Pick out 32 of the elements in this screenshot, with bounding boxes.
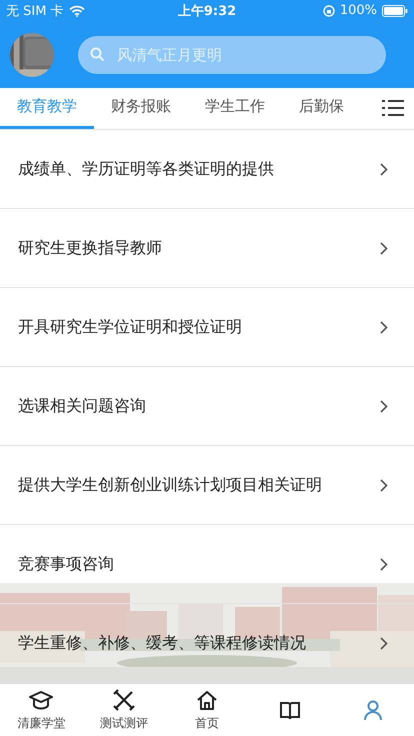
- person-icon[interactable]: [362, 699, 384, 722]
- service-item[interactable]: 竞赛事项咨询: [0, 525, 414, 604]
- nav-label[interactable]: 首页: [194, 714, 219, 732]
- chevron-icon: [380, 558, 388, 571]
- clock-text: 上午9:32: [178, 2, 236, 20]
- service-item[interactable]: 选课相关问题咨询: [0, 367, 414, 446]
- tools-icon[interactable]: [113, 688, 136, 711]
- service-item[interactable]: 开具研究生学位证明和授位证明: [0, 288, 414, 368]
- chevron-icon: [380, 478, 388, 492]
- book-icon[interactable]: [278, 699, 301, 722]
- category-tab[interactable]: 财务报账: [94, 88, 188, 130]
- battery-text: 100%: [340, 3, 377, 18]
- battery-icon: [382, 4, 408, 17]
- category-tab[interactable]: 后勤保: [282, 88, 361, 130]
- service-item[interactable]: 研究生更换指导教师: [0, 209, 414, 288]
- menu-icon[interactable]: [382, 99, 404, 118]
- wifi-icon: [68, 4, 85, 17]
- nav-label[interactable]: 测试测评: [100, 714, 148, 732]
- category-tab[interactable]: 学生工作: [188, 88, 282, 130]
- nav-label[interactable]: 清廉学堂: [17, 714, 66, 732]
- rotation-lock-icon: [322, 4, 335, 17]
- graduation-cap-icon[interactable]: [29, 688, 54, 711]
- home-icon[interactable]: [196, 688, 218, 711]
- service-item[interactable]: 成绩单、学历证明等各类证明的提供: [0, 130, 414, 210]
- chevron-icon: [380, 636, 388, 650]
- chevron-icon: [380, 320, 388, 334]
- chevron-icon: [380, 400, 388, 413]
- chevron-icon: [380, 242, 388, 255]
- chevron-icon: [380, 162, 388, 176]
- service-item[interactable]: 提供大学生创新创业训练计划项目相关证明: [0, 446, 414, 526]
- carrier-text: 无 SIM 卡: [6, 2, 64, 20]
- search-field[interactable]: 风清气正月更明: [78, 36, 386, 74]
